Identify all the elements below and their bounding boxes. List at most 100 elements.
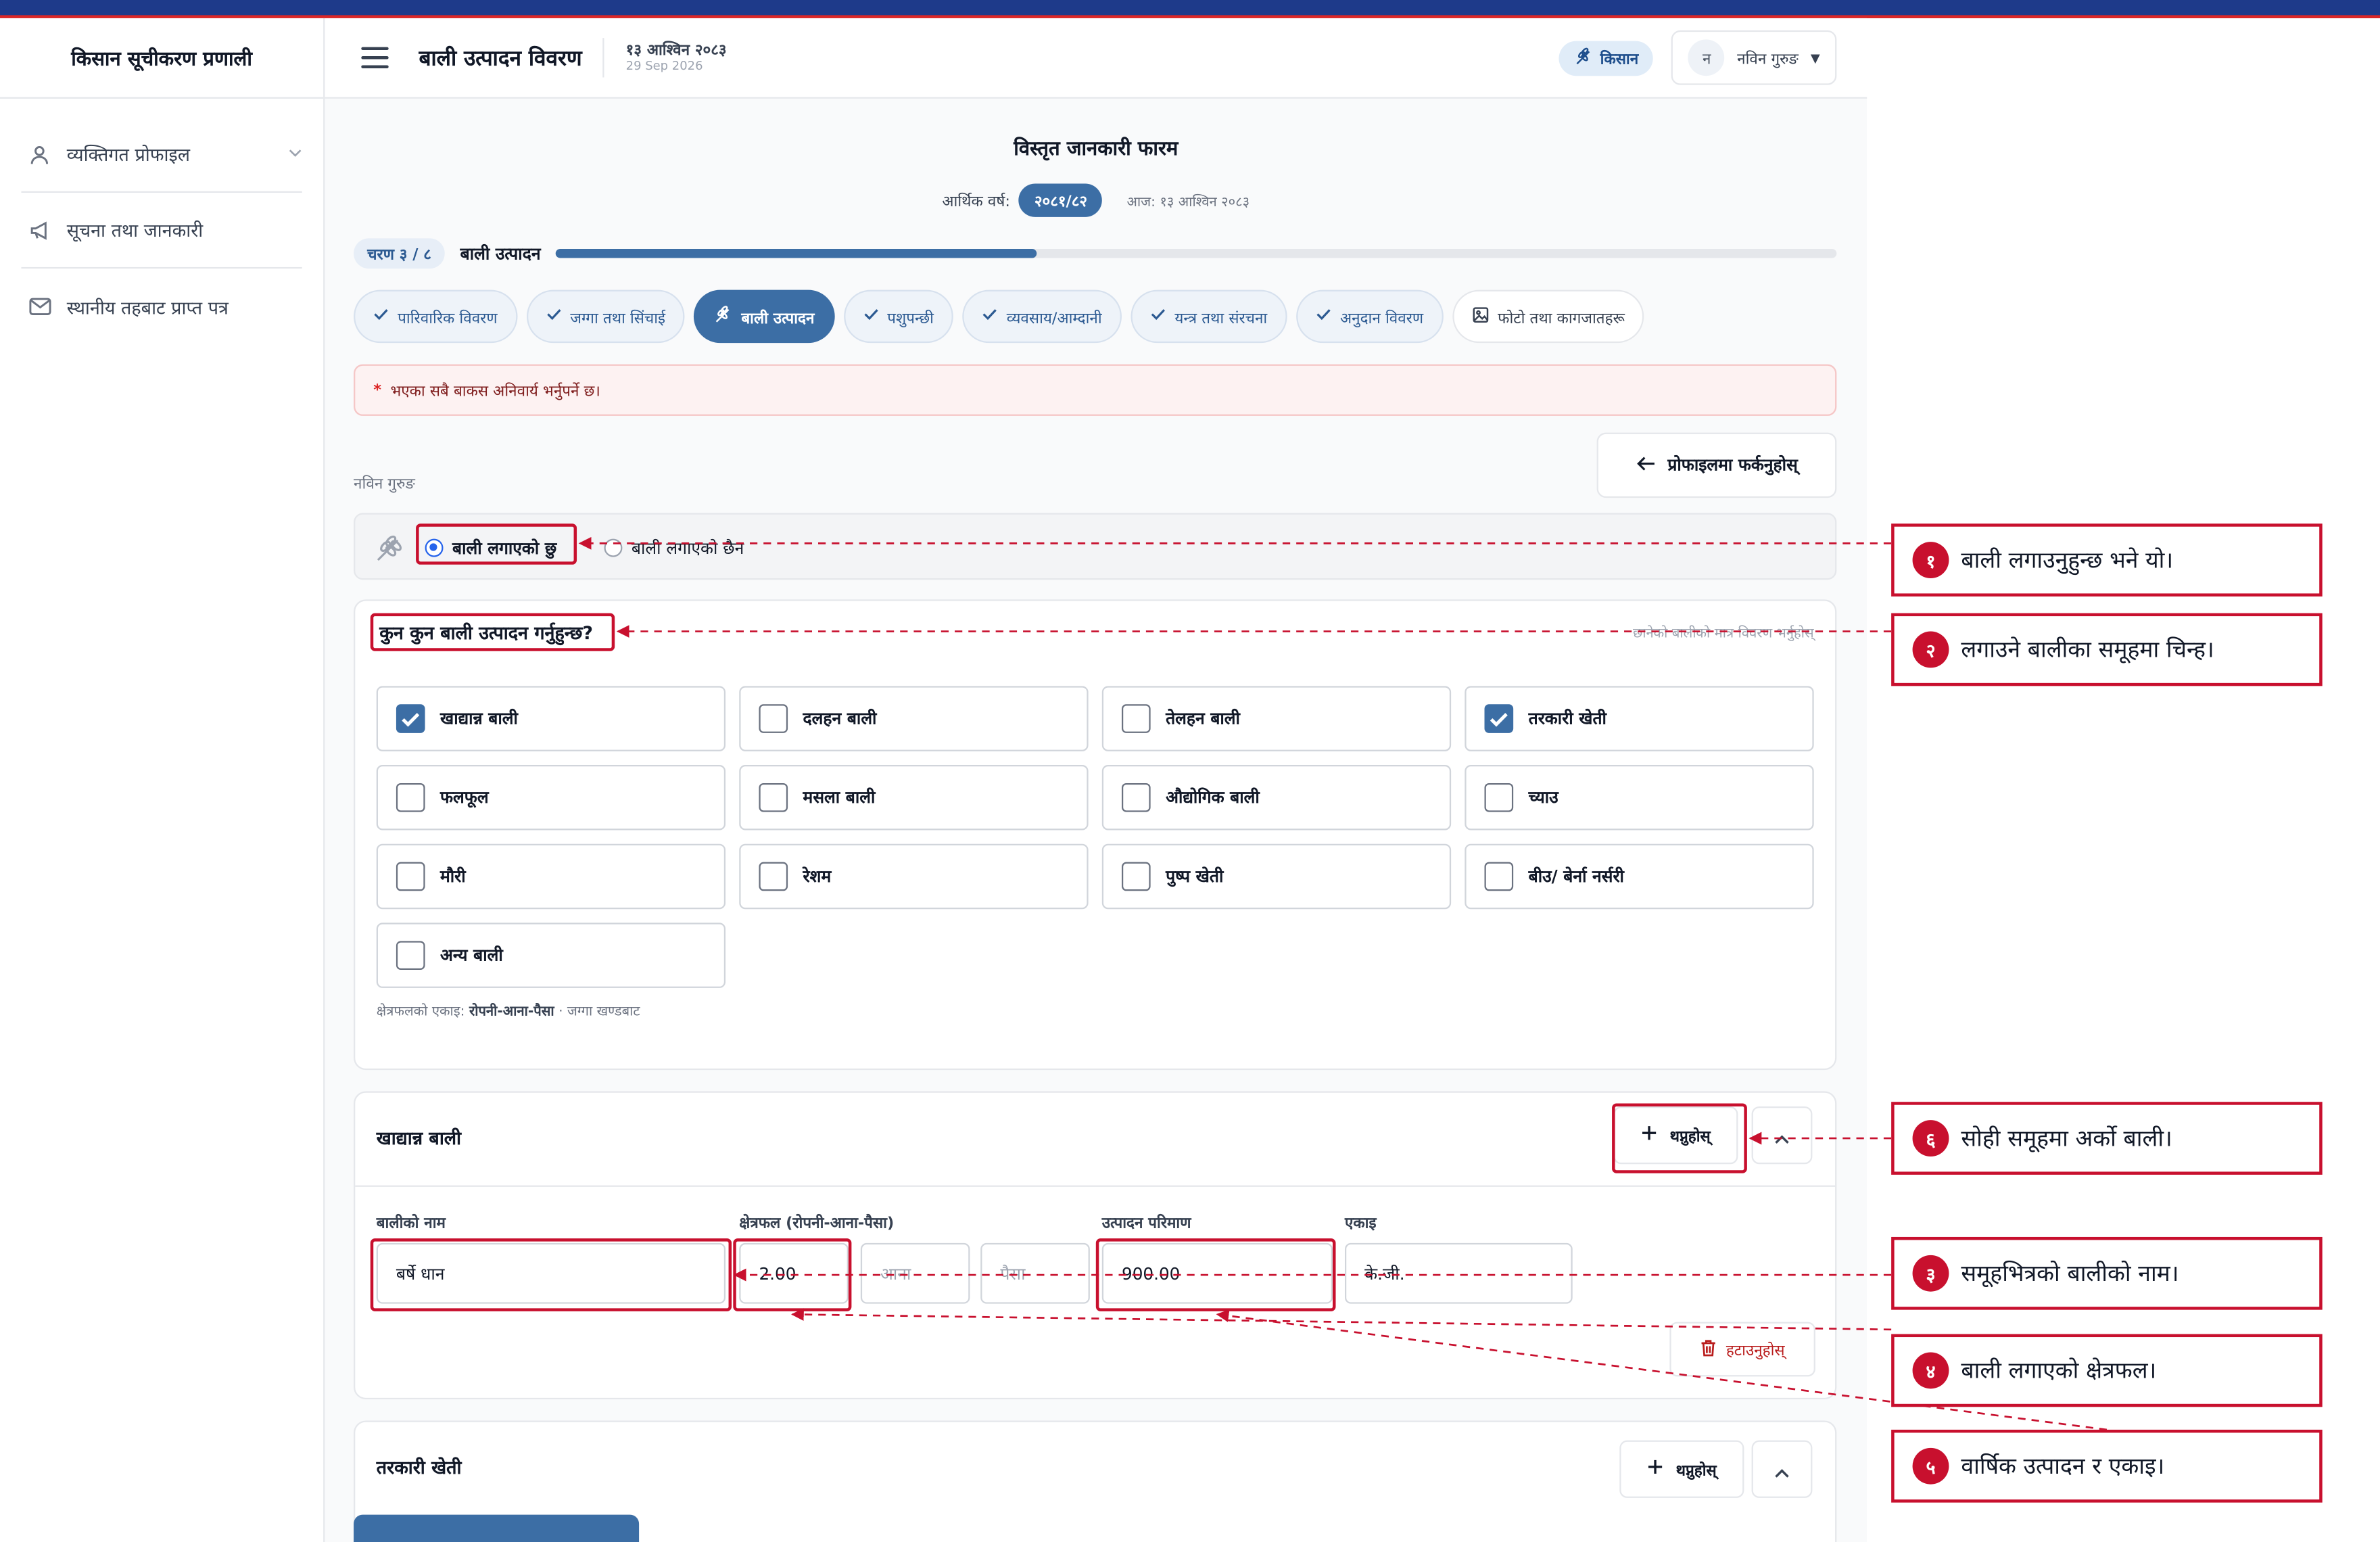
check-icon [546, 308, 561, 325]
area-aana-input[interactable]: आना [860, 1242, 970, 1304]
alert-text: भएका सबै बाकस अनिवार्य भर्नुपर्ने छ। [390, 383, 600, 401]
add-crop-label: थप्नुहोस् [1669, 1129, 1711, 1146]
crop-name-label: बालीको नाम [376, 1215, 446, 1233]
checkbox[interactable] [1121, 704, 1151, 733]
callout-text: बाली लगाउनुहुन्छ भने यो। [1961, 546, 2174, 574]
radio-crop-yes[interactable]: बाली लगाएको छु [419, 528, 563, 567]
checkbox[interactable] [396, 862, 425, 891]
checkbox[interactable] [1484, 862, 1514, 891]
crop-group-option[interactable]: औद्योगिक बाली [1101, 765, 1452, 831]
megaphone-icon [27, 218, 51, 242]
tab-step-3[interactable]: बाली उत्पादन [694, 289, 834, 344]
tab-step-6[interactable]: यन्त्र तथा संरचना [1130, 289, 1287, 344]
today-date: आज: १३ आश्विन २०८३ [1126, 195, 1250, 210]
checkbox[interactable] [759, 704, 788, 733]
crop-group-option[interactable]: तेलहन बाली [1101, 686, 1452, 751]
next-step-button[interactable] [354, 1514, 640, 1542]
group-divider [355, 1185, 1836, 1187]
app-stage: किसान सूचीकरण प्रणाली व्यक्तिगत प्रोफाइल… [0, 0, 2380, 1542]
crop-group-label: रेशम [803, 866, 832, 887]
checkbox-checked[interactable] [396, 704, 425, 733]
area-ropani-input[interactable]: 2.00 [739, 1242, 849, 1304]
callout-text: लगाउने बालीका समूहमा चिन्ह। [1961, 636, 2214, 663]
tab-step-5[interactable]: व्यवसाय/आम्दानी [962, 289, 1122, 344]
add-crop-button[interactable]: थप्नुहोस् [1613, 1106, 1738, 1165]
crop-group-label: तरकारी खेती [1528, 708, 1606, 729]
radio-crop-no[interactable]: बाली लगाएको छैन [604, 528, 744, 567]
tab-step-7[interactable]: अनुदान विवरण [1295, 289, 1444, 344]
crop-name-input[interactable]: बर्षे धान [376, 1242, 726, 1304]
crop-group-label: तेलहन बाली [1166, 708, 1240, 729]
crop-group-option[interactable]: मौरी [376, 843, 726, 910]
user-menu[interactable]: न नविन गुरुङ ▼ [1671, 30, 1837, 85]
checkbox[interactable] [396, 941, 425, 970]
checkbox[interactable] [759, 782, 788, 812]
tab-step-8[interactable]: फोटो तथा कागजातहरू [1452, 289, 1645, 344]
back-to-profile-button[interactable]: प्रोफाइलमा फर्कनुहोस् [1596, 432, 1837, 498]
sidebar-item-label: स्थानीय तहबाट प्राप्त पत्र [66, 296, 229, 319]
fiscal-year-label: आर्थिक वर्ष: [942, 194, 1010, 211]
crop-group-option[interactable]: रेशम [739, 843, 1089, 910]
tab-step-1[interactable]: पारिवारिक विवरण [354, 289, 517, 344]
radio-dot[interactable] [425, 538, 444, 557]
header-right: किसान न नविन गुरुङ ▼ [1559, 30, 1837, 85]
unit-select[interactable]: के.जी. [1344, 1242, 1573, 1304]
crop-group-option[interactable]: बीउ/ बेर्ना नर्सरी [1465, 843, 1814, 910]
tab-label: अनुदान विवरण [1340, 310, 1424, 327]
checkbox[interactable] [1121, 862, 1151, 891]
crop-group-option[interactable]: पुष्प खेती [1101, 843, 1452, 910]
area-unit-note: क्षेत्रफलको एकाइ: रोपनी-आना-पैसा · जग्गा… [377, 1000, 640, 1020]
crop-group-label: बीउ/ बेर्ना नर्सरी [1528, 866, 1624, 887]
form-title: विस्तृत जानकारी फारम [1014, 138, 1179, 161]
checkbox[interactable] [1121, 782, 1151, 812]
callout-box: २ लगाउने बालीका समूहमा चिन्ह। [1891, 613, 2323, 686]
tab-label: पारिवारिक विवरण [398, 310, 498, 327]
callout-text: वार्षिक उत्पादन र एकाइ। [1961, 1452, 2165, 1480]
crop-group-option[interactable]: दलहन बाली [739, 686, 1089, 751]
sidebar-item-profile[interactable]: व्यक्तिगत प्रोफाइल [21, 117, 302, 193]
crop-group-option[interactable]: खाद्यान्न बाली [376, 686, 726, 751]
radio-dot[interactable] [604, 538, 623, 557]
crop-group-option[interactable]: तरकारी खेती [1465, 686, 1814, 751]
user-icon [27, 142, 51, 166]
group-card-food: खाद्यान्न बाली थप्नुहोस् बालीको नाम क्षे… [354, 1091, 1837, 1400]
fiscal-year-row: आर्थिक वर्ष: २०८१/८२ आज: १३ आश्विन २०८३ [325, 183, 1867, 217]
sidebar-item-letters[interactable]: स्थानीय तहबाट प्राप्त पत्र [21, 268, 302, 344]
wheat-icon [714, 305, 732, 328]
production-input[interactable]: 900.00 [1101, 1242, 1333, 1304]
menu-icon[interactable] [361, 47, 389, 68]
tab-label: जग्गा तथा सिंचाई [570, 310, 666, 327]
area-unit-suffix: · जग्गा खण्डबाट [558, 1004, 640, 1021]
sidebar-item-label: व्यक्तिगत प्रोफाइल [66, 144, 191, 166]
wheat-icon [373, 533, 404, 569]
tab-step-2[interactable]: जग्गा तथा सिंचाई [526, 289, 686, 344]
checkbox[interactable] [396, 782, 425, 812]
remove-crop-button[interactable]: हटाउनुहोस् [1669, 1322, 1815, 1377]
fiscal-year-pill[interactable]: २०८१/८२ [1019, 183, 1103, 217]
sidebar-item-notices[interactable]: सूचना तथा जानकारी [21, 193, 302, 269]
collapse-button[interactable] [1751, 1440, 1813, 1498]
tab-step-4[interactable]: पशुपन्छी [843, 289, 954, 344]
callout-number: ६ [1912, 1120, 1949, 1157]
checkbox[interactable] [759, 862, 788, 891]
sidebar: किसान सूचीकरण प्रणाली व्यक्तिगत प्रोफाइल… [0, 18, 325, 1542]
checkbox-checked[interactable] [1484, 704, 1514, 733]
area-paisa-input[interactable]: पैसा [980, 1242, 1090, 1304]
crop-group-option[interactable]: च्याउ [1465, 765, 1814, 831]
header-date: १३ आश्विन २०८३ 29 Sep 2026 [626, 42, 727, 73]
tab-label: फोटो तथा कागजातहरू [1498, 310, 1625, 327]
callout-box: ६ सोही समूहमा अर्को बाली। [1891, 1102, 2323, 1175]
crop-group-option[interactable]: अन्य बाली [376, 922, 726, 988]
crop-group-option[interactable]: फलफूल [376, 765, 726, 831]
app-brand: किसान सूचीकरण प्रणाली [0, 18, 324, 99]
checkbox[interactable] [1484, 782, 1514, 812]
add-crop-button[interactable]: थप्नुहोस् [1619, 1440, 1744, 1498]
crop-group-option[interactable]: मसला बाली [739, 765, 1089, 831]
check-icon [1316, 308, 1331, 325]
check-icon [402, 711, 420, 726]
crop-group-label: खाद्यान्न बाली [440, 708, 518, 729]
check-icon [863, 308, 878, 325]
group-title: तरकारी खेती [376, 1457, 462, 1478]
collapse-button[interactable] [1751, 1106, 1813, 1165]
tab-label: पशुपन्छी [887, 310, 934, 327]
